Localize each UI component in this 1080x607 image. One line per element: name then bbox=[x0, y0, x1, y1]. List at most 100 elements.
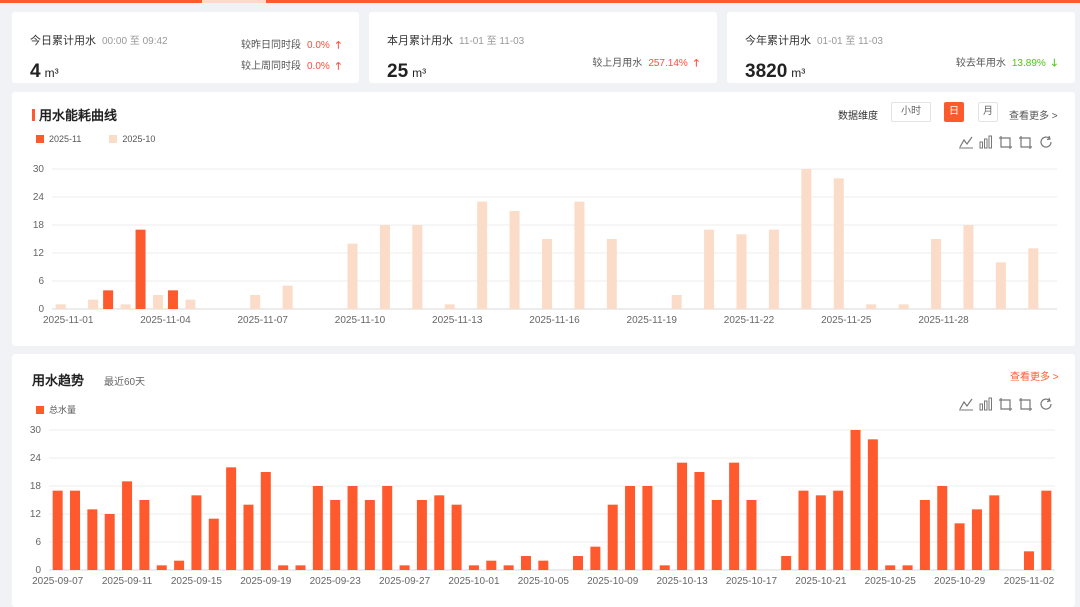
bar[interactable] bbox=[520, 556, 531, 570]
y-tick-label: 0 bbox=[35, 565, 41, 576]
bar[interactable] bbox=[1023, 551, 1034, 570]
bar[interactable] bbox=[898, 304, 909, 309]
bar[interactable] bbox=[919, 500, 930, 570]
x-tick-label: 2025-09-23 bbox=[310, 576, 362, 587]
bar[interactable] bbox=[704, 229, 715, 309]
bar[interactable] bbox=[590, 546, 601, 570]
arrow-up-icon: 🡑 bbox=[335, 40, 341, 51]
bar[interactable] bbox=[347, 243, 358, 309]
bar[interactable] bbox=[1028, 248, 1039, 309]
bar[interactable] bbox=[382, 486, 393, 570]
bar[interactable] bbox=[995, 262, 1006, 309]
bar[interactable] bbox=[931, 239, 942, 309]
bar[interactable] bbox=[954, 523, 965, 570]
bar[interactable] bbox=[989, 495, 1000, 570]
bar[interactable] bbox=[963, 225, 974, 309]
x-tick-label: 2025-09-27 bbox=[379, 576, 431, 587]
bar[interactable] bbox=[295, 565, 306, 570]
bar[interactable] bbox=[208, 518, 219, 570]
bar[interactable] bbox=[798, 490, 809, 570]
bar[interactable] bbox=[52, 490, 63, 570]
bar[interactable] bbox=[503, 565, 514, 570]
x-tick-label: 2025-10-17 bbox=[726, 576, 778, 587]
bar[interactable] bbox=[801, 169, 812, 309]
x-tick-label: 2025-10-05 bbox=[518, 576, 570, 587]
bar[interactable] bbox=[104, 514, 115, 570]
bar[interactable] bbox=[677, 462, 688, 570]
bar[interactable] bbox=[226, 467, 237, 570]
bar[interactable] bbox=[444, 304, 455, 309]
bar[interactable] bbox=[282, 285, 293, 309]
bar[interactable] bbox=[191, 495, 202, 570]
bar[interactable] bbox=[412, 225, 423, 309]
y-tick-label: 30 bbox=[33, 164, 45, 175]
bar[interactable] bbox=[694, 472, 705, 570]
comparison-row: 较昨日同时段 0.0% 🡑 bbox=[241, 36, 341, 55]
bar[interactable] bbox=[625, 486, 636, 570]
bar[interactable] bbox=[833, 490, 844, 570]
bar[interactable] bbox=[364, 500, 375, 570]
x-tick-label: 2025-10-25 bbox=[865, 576, 917, 587]
bar[interactable] bbox=[477, 201, 488, 309]
bar[interactable] bbox=[573, 556, 584, 570]
bar[interactable] bbox=[729, 462, 740, 570]
bar[interactable] bbox=[607, 504, 618, 570]
bar[interactable] bbox=[174, 560, 185, 570]
bar[interactable] bbox=[55, 304, 66, 309]
bar[interactable] bbox=[538, 560, 549, 570]
bar[interactable] bbox=[347, 486, 358, 570]
y-tick-label: 24 bbox=[30, 453, 42, 464]
bar[interactable] bbox=[971, 509, 982, 570]
bar[interactable] bbox=[416, 500, 427, 570]
bar[interactable] bbox=[850, 430, 861, 570]
bar[interactable] bbox=[902, 565, 913, 570]
bar[interactable] bbox=[486, 560, 497, 570]
bar[interactable] bbox=[781, 556, 792, 570]
bar[interactable] bbox=[659, 565, 670, 570]
bar[interactable] bbox=[671, 295, 682, 309]
bar[interactable] bbox=[156, 565, 167, 570]
bar[interactable] bbox=[312, 486, 323, 570]
bar[interactable] bbox=[885, 565, 896, 570]
bar[interactable] bbox=[379, 225, 390, 309]
bar[interactable] bbox=[866, 304, 877, 309]
bar[interactable] bbox=[185, 299, 196, 309]
bar[interactable] bbox=[509, 211, 520, 309]
bar[interactable] bbox=[330, 500, 341, 570]
bar[interactable] bbox=[122, 481, 133, 570]
bar[interactable] bbox=[746, 500, 757, 570]
bar[interactable] bbox=[815, 495, 826, 570]
bar[interactable] bbox=[399, 565, 410, 570]
x-tick-label: 2025-09-11 bbox=[102, 576, 153, 587]
bar[interactable] bbox=[167, 290, 178, 309]
bar[interactable] bbox=[250, 295, 261, 309]
bar[interactable] bbox=[606, 239, 617, 309]
bar[interactable] bbox=[278, 565, 289, 570]
bar[interactable] bbox=[260, 472, 271, 570]
bar[interactable] bbox=[711, 500, 722, 570]
x-tick-label: 2025-10-29 bbox=[934, 576, 986, 587]
y-tick-label: 6 bbox=[38, 276, 44, 287]
bar[interactable] bbox=[243, 504, 254, 570]
bar[interactable] bbox=[87, 509, 98, 570]
bar[interactable] bbox=[736, 234, 747, 309]
bar[interactable] bbox=[434, 495, 445, 570]
arrow-up-icon: 🡑 bbox=[335, 61, 341, 72]
bar[interactable] bbox=[451, 504, 462, 570]
bar[interactable] bbox=[574, 201, 585, 309]
bar[interactable] bbox=[937, 486, 948, 570]
bar[interactable] bbox=[542, 239, 552, 309]
bar[interactable] bbox=[642, 486, 653, 570]
bar[interactable] bbox=[152, 295, 163, 309]
bar[interactable] bbox=[70, 490, 81, 570]
bar[interactable] bbox=[833, 178, 844, 309]
bar[interactable] bbox=[135, 229, 146, 309]
bar[interactable] bbox=[139, 500, 150, 570]
bar[interactable] bbox=[103, 290, 114, 309]
bar[interactable] bbox=[867, 439, 878, 570]
bar[interactable] bbox=[468, 565, 479, 570]
bar[interactable] bbox=[768, 229, 779, 309]
bar[interactable] bbox=[1041, 490, 1052, 570]
bar[interactable] bbox=[120, 304, 131, 309]
bar[interactable] bbox=[88, 299, 99, 309]
